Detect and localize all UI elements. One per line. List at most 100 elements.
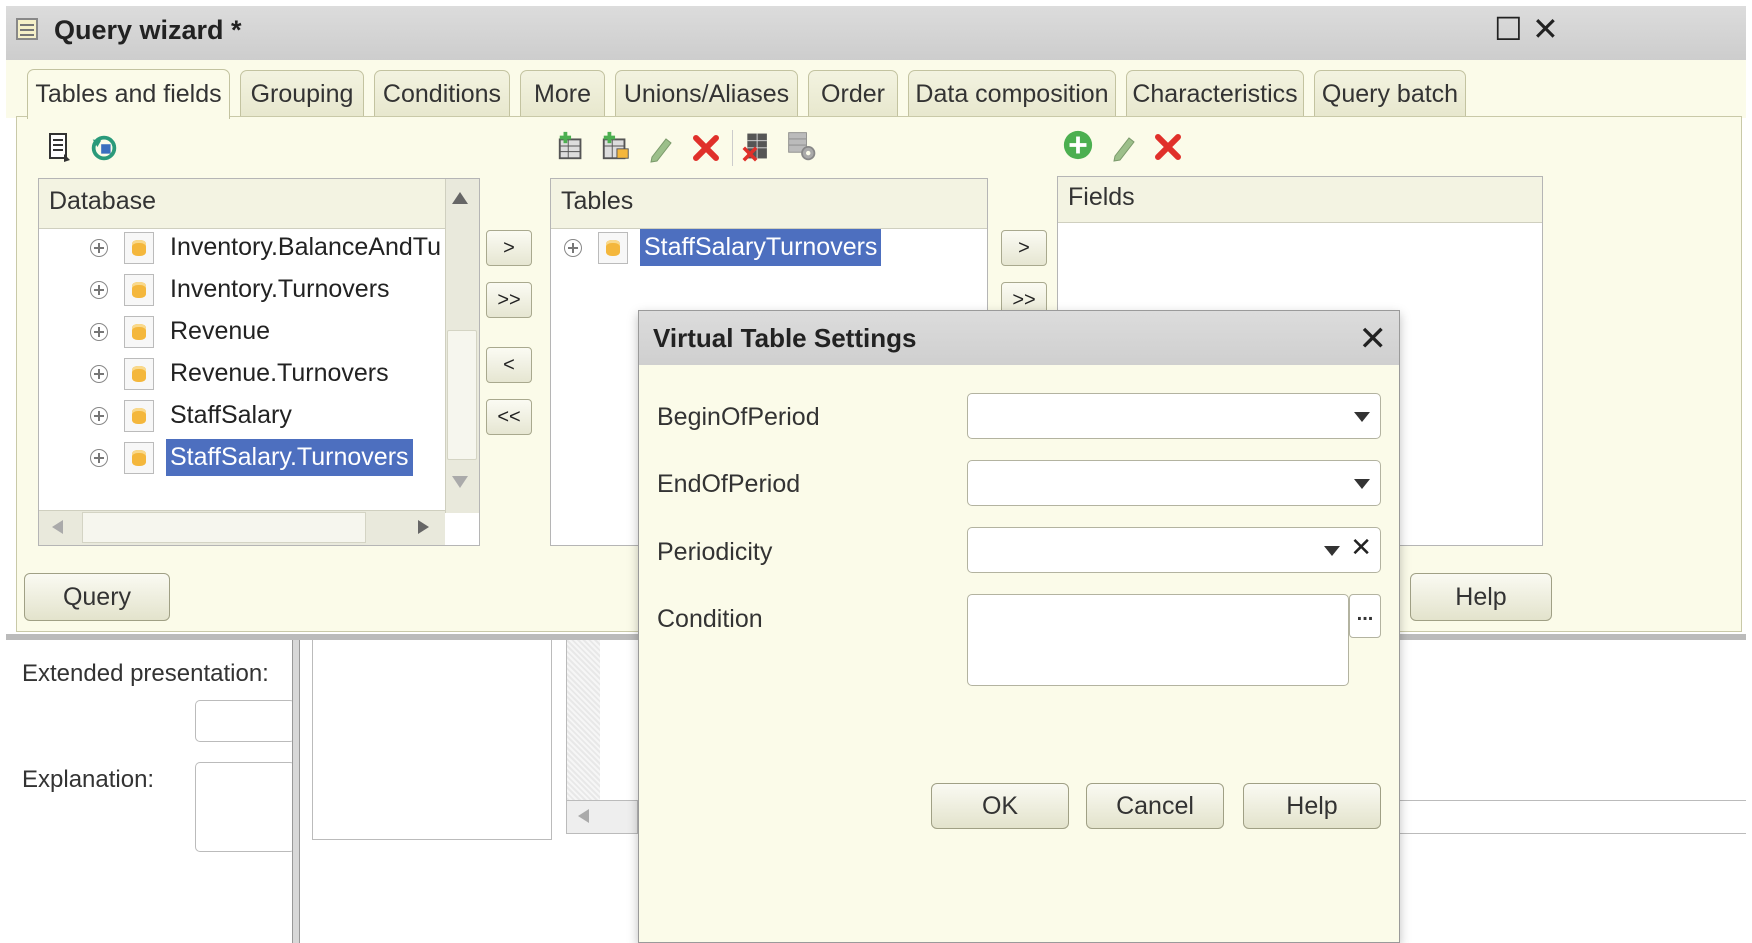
dialog-close-icon[interactable]: ✕: [1359, 319, 1388, 359]
tab-label: Conditions: [382, 80, 502, 108]
help-button[interactable]: Help: [1410, 573, 1552, 621]
tab-query-batch[interactable]: Query batch: [1314, 70, 1466, 118]
register-icon: [124, 273, 154, 306]
tab-label: Data composition: [915, 80, 1109, 108]
cancel-button[interactable]: Cancel: [1086, 783, 1224, 829]
add-table-icon[interactable]: [556, 130, 588, 162]
delete-field-icon[interactable]: [1152, 131, 1184, 163]
database-vscroll-thumb[interactable]: [447, 330, 477, 460]
register-icon: [598, 231, 628, 264]
tab-label: Query batch: [1321, 80, 1459, 108]
tab-tables-and-fields[interactable]: Tables and fields: [27, 69, 230, 119]
begin-of-period-field[interactable]: [967, 393, 1381, 439]
query-wizard-icon: [16, 18, 38, 40]
periodicity-label: Periodicity: [657, 538, 773, 566]
remove-all-tables-button[interactable]: <<: [486, 399, 532, 435]
add-field-icon[interactable]: [1062, 129, 1094, 161]
edit-field-icon[interactable]: [1108, 131, 1140, 163]
expand-icon[interactable]: [90, 406, 108, 425]
explanation-label: Explanation:: [22, 766, 155, 793]
delete-icon[interactable]: [690, 132, 722, 164]
condition-ellipsis-button[interactable]: ...: [1349, 594, 1381, 638]
expand-icon[interactable]: [90, 448, 108, 467]
tab-unions-aliases[interactable]: Unions/Aliases: [615, 70, 798, 118]
edit-pencil-icon[interactable]: [645, 132, 677, 164]
add-table-button[interactable]: >: [486, 230, 532, 266]
add-nested-table-icon[interactable]: [600, 130, 632, 162]
expand-icon[interactable]: [90, 238, 108, 257]
tab-label: Characteristics: [1132, 80, 1298, 108]
register-icon: [124, 231, 154, 264]
condition-field[interactable]: [967, 594, 1349, 686]
clear-icon[interactable]: ✕: [1350, 532, 1372, 563]
lower-scroll-left-icon[interactable]: [578, 809, 589, 823]
end-of-period-label: EndOfPeriod: [657, 470, 801, 498]
maximize-icon[interactable]: ☐: [1494, 13, 1523, 45]
database-item[interactable]: Revenue: [90, 308, 442, 355]
periodicity-field[interactable]: ✕: [967, 527, 1381, 573]
tables-item-label: StaffSalaryTurnovers: [640, 229, 882, 266]
database-item-label: StaffSalary: [170, 401, 292, 429]
tab-label: Grouping: [250, 80, 354, 108]
tab-order[interactable]: Order: [808, 70, 898, 118]
database-item-label: Inventory.BalanceAndTurnovers: [170, 233, 442, 261]
lower-right-field: [1400, 800, 1746, 834]
tab-characteristics[interactable]: Characteristics: [1126, 70, 1304, 118]
window-title-bar: [6, 6, 1746, 60]
scroll-left-arrow-icon[interactable]: [52, 520, 63, 534]
tab-conditions[interactable]: Conditions: [374, 70, 510, 118]
explanation-field[interactable]: [195, 762, 295, 852]
expand-icon[interactable]: [90, 364, 108, 383]
add-all-tables-button[interactable]: >>: [486, 282, 532, 318]
add-field-button[interactable]: >: [1001, 230, 1047, 266]
tab-grouping[interactable]: Grouping: [240, 70, 364, 118]
dropdown-arrow-icon[interactable]: [1354, 479, 1370, 489]
remove-table-button[interactable]: <: [486, 347, 532, 383]
lower-list-box[interactable]: [312, 640, 552, 840]
scroll-down-arrow-icon[interactable]: [452, 476, 468, 488]
scroll-right-arrow-icon[interactable]: [418, 520, 429, 534]
refresh-tables-icon[interactable]: [88, 132, 120, 164]
begin-of-period-label: BeginOfPeriod: [657, 403, 820, 431]
register-icon: [124, 315, 154, 348]
dropdown-arrow-icon[interactable]: [1354, 412, 1370, 422]
database-item[interactable]: Inventory.BalanceAndTurnovers: [90, 224, 442, 271]
virtual-table-settings-icon[interactable]: [786, 130, 818, 162]
lower-hscrollbar[interactable]: [566, 800, 638, 834]
database-item-label: Revenue.Turnovers: [170, 359, 389, 387]
list-view-icon[interactable]: [44, 132, 76, 164]
tables-column-header: Tables: [551, 179, 987, 229]
database-item[interactable]: Revenue.Turnovers: [90, 350, 442, 397]
dropdown-arrow-icon[interactable]: [1324, 546, 1340, 556]
virtual-table-settings-dialog: Virtual Table Settings ✕ BeginOfPeriod E…: [638, 310, 1400, 943]
vertical-splitter[interactable]: [292, 640, 300, 943]
close-icon[interactable]: ✕: [1532, 13, 1559, 45]
scroll-up-arrow-icon[interactable]: [452, 192, 468, 204]
database-item[interactable]: Inventory.Turnovers: [90, 266, 442, 313]
database-item-selected[interactable]: StaffSalary.Turnovers: [90, 434, 442, 481]
ok-button[interactable]: OK: [931, 783, 1069, 829]
toolbar-separator: [732, 130, 733, 166]
tab-label: Order: [821, 80, 885, 108]
database-hscroll-thumb[interactable]: [82, 512, 366, 543]
expand-icon[interactable]: [90, 280, 108, 299]
database-item[interactable]: StaffSalary: [90, 392, 442, 439]
extended-presentation-field[interactable]: [195, 700, 295, 742]
dialog-help-button[interactable]: Help: [1243, 783, 1381, 829]
tables-items: StaffSalaryTurnovers: [564, 224, 984, 271]
expand-icon[interactable]: [90, 322, 108, 341]
end-of-period-field[interactable]: [967, 460, 1381, 506]
dialog-title: Virtual Table Settings: [639, 311, 1399, 365]
database-item-label: Inventory.Turnovers: [170, 275, 390, 303]
tab-label: Unions/Aliases: [623, 80, 790, 108]
register-icon: [124, 357, 154, 390]
query-button[interactable]: Query: [24, 573, 170, 621]
expand-icon[interactable]: [564, 238, 582, 257]
delete-all-tables-icon[interactable]: [742, 130, 774, 162]
lower-vscrollbar[interactable]: [566, 640, 600, 800]
condition-label: Condition: [657, 605, 763, 633]
tab-label: Tables and fields: [35, 80, 222, 108]
tab-data-composition[interactable]: Data composition: [908, 70, 1116, 118]
tab-more[interactable]: More: [520, 70, 605, 118]
tables-item-selected[interactable]: StaffSalaryTurnovers: [564, 224, 984, 271]
